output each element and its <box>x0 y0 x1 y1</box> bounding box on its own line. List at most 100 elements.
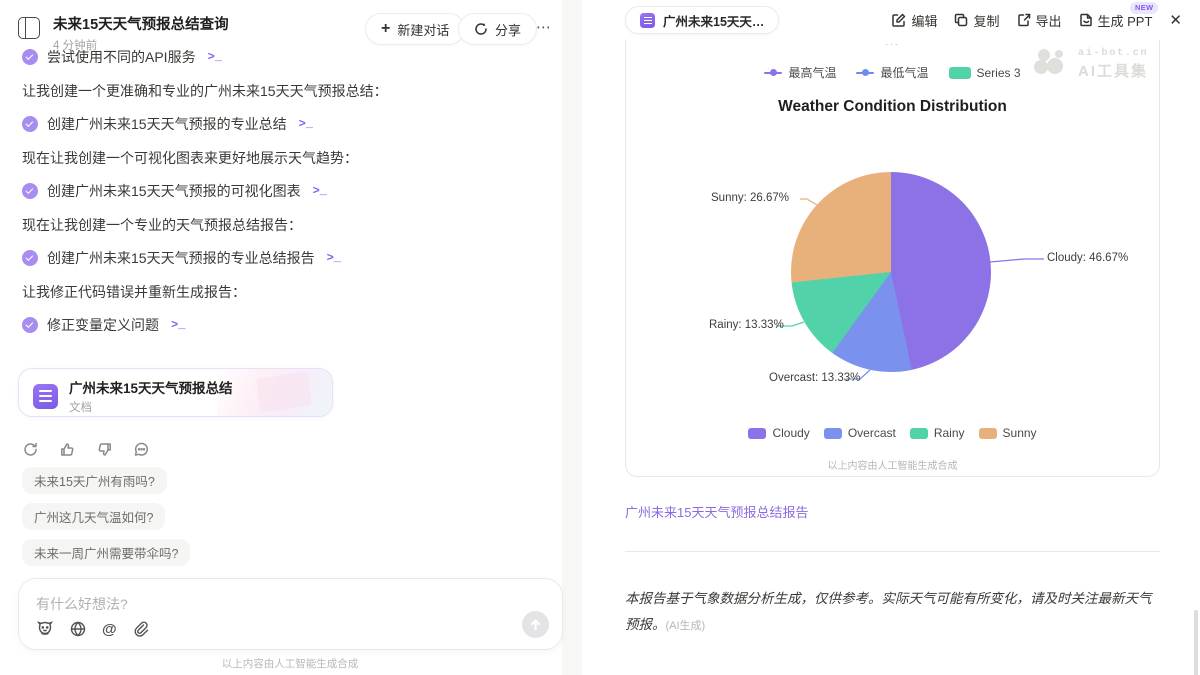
terminal-icon[interactable]: >_ <box>208 50 222 64</box>
document-title: 广州未来15天天气预报总结 <box>69 377 233 397</box>
share-label: 分享 <box>495 20 521 39</box>
suggestion-chip[interactable]: 广州这几天气温如何? <box>22 503 165 530</box>
watermark-domain: ai-bot.cn <box>1078 47 1148 59</box>
watermark: ai-bot.cn AI工具集 <box>1032 46 1148 81</box>
check-icon <box>22 250 38 266</box>
document-icon <box>33 384 58 409</box>
agent-skill-icon[interactable] <box>36 620 54 638</box>
send-button[interactable] <box>522 611 549 638</box>
report-link[interactable]: 广州未来15天天气预报总结报告 <box>625 502 808 521</box>
assistant-text: 让我修正代码错误并重新生成报告： <box>22 282 530 302</box>
pie-legend: Cloudy Overcast Rainy Sunny <box>626 426 1159 440</box>
check-icon <box>22 183 38 199</box>
check-icon <box>22 317 38 333</box>
pie-chart <box>791 172 991 372</box>
legend-item-series3[interactable]: Series 3 <box>949 66 1021 80</box>
terminal-icon[interactable]: >_ <box>313 184 327 198</box>
chat-scrollbar-track[interactable] <box>562 0 582 675</box>
pie-label-cloudy: Cloudy: 46.67% <box>1047 252 1128 264</box>
legend-item-sunny[interactable]: Sunny <box>979 426 1037 440</box>
export-icon <box>1017 13 1031 27</box>
legend-swatch <box>910 428 928 439</box>
document-tab[interactable]: 广州未来15天天… <box>625 6 779 34</box>
task-label: 创建广州未来15天天气预报的可视化图表 <box>47 181 301 201</box>
new-chat-button[interactable]: + 新建对话 <box>365 13 465 45</box>
plus-icon: + <box>381 21 390 37</box>
pie-label-sunny: Sunny: 26.67% <box>711 192 789 204</box>
task-row[interactable]: 创建广州未来15天天气预报的专业总结 >_ <box>22 114 530 134</box>
web-search-icon[interactable] <box>69 620 87 638</box>
document-tab-title: 广州未来15天天… <box>663 11 764 30</box>
assistant-text: 现在让我创建一个专业的天气预报总结报告： <box>22 215 530 235</box>
task-label: 创建广州未来15天天气预报的专业总结报告 <box>47 248 315 268</box>
rect-marker <box>949 67 971 79</box>
document-scrollbar-thumb[interactable] <box>1194 610 1198 675</box>
legend-item-min-temp[interactable]: 最低气温 <box>856 64 928 81</box>
document-attachment-card[interactable]: 广州未来15天天气预报总结 文档 <box>18 368 333 417</box>
app-window: 未来15天天气预报总结查询 4 分钟前 + 新建对话 分享 ⋯ 尝试使用不同的A… <box>0 0 1200 675</box>
ai-tag: (AI生成) <box>666 620 706 632</box>
terminal-icon[interactable]: >_ <box>299 117 313 131</box>
pie-chart-title: Weather Condition Distribution <box>626 98 1159 116</box>
message-input[interactable]: 有什么好想法? @ <box>18 578 563 650</box>
edit-icon <box>892 13 906 27</box>
ai-generated-notice: 以上内容由人工智能生成合成 <box>626 457 1159 472</box>
sidebar-toggle-icon[interactable] <box>18 17 40 39</box>
legend-item-max-temp[interactable]: 最高气温 <box>764 64 836 81</box>
message-actions <box>22 441 150 458</box>
suggestion-chip[interactable]: 未来15天广州有雨吗? <box>22 467 167 494</box>
chat-title: 未来15天天气预报总结查询 <box>53 13 229 34</box>
export-button[interactable]: 导出 <box>1017 11 1062 30</box>
legend-item-overcast[interactable]: Overcast <box>824 426 896 440</box>
legend-swatch <box>748 428 766 439</box>
thumbs-up-icon[interactable] <box>59 441 76 458</box>
document-type-label: 文档 <box>69 399 233 415</box>
task-row[interactable]: 创建广州未来15天天气预报的专业总结报告 >_ <box>22 248 530 268</box>
generate-ppt-button[interactable]: NEW 生成 PPT <box>1079 11 1153 30</box>
task-row[interactable]: 尝试使用不同的API服务 >_ <box>22 47 530 67</box>
suggestion-chip[interactable]: 未来一周广州需要带伞吗? <box>22 539 190 566</box>
new-chat-label: 新建对话 <box>397 20 449 39</box>
check-icon <box>22 116 38 132</box>
legend-item-cloudy[interactable]: Cloudy <box>748 426 809 440</box>
feedback-icon[interactable] <box>133 441 150 458</box>
chat-messages: 尝试使用不同的API服务 >_ 让我创建一个更准确和专业的广州未来15天天气预报… <box>22 47 530 349</box>
new-badge: NEW <box>1130 2 1158 14</box>
legend-item-rainy[interactable]: Rainy <box>910 426 965 440</box>
share-button[interactable]: 分享 <box>458 13 537 45</box>
more-options-button[interactable]: ⋯ <box>536 18 552 36</box>
document-thumbnail <box>217 369 332 416</box>
assistant-text: 让我创建一个更准确和专业的广州未来15天天气预报总结： <box>22 81 530 101</box>
close-panel-button[interactable]: ✕ <box>1169 11 1182 29</box>
document-header: 广州未来15天天… 编辑 复制 导出 NEW 生成 PPT <box>600 0 1200 40</box>
document-icon <box>640 13 655 28</box>
watermark-logo-icon <box>1032 46 1070 81</box>
line-dot-marker <box>764 69 782 77</box>
pie-label-overcast: Overcast: 13.33% <box>769 372 860 384</box>
copy-button[interactable]: 复制 <box>954 11 999 30</box>
task-label: 尝试使用不同的API服务 <box>47 47 196 67</box>
line-dot-marker <box>856 69 874 77</box>
share-icon <box>474 22 488 36</box>
task-label: 创建广州未来15天天气预报的专业总结 <box>47 114 287 134</box>
thumbs-down-icon[interactable] <box>96 441 113 458</box>
task-label: 修正变量定义问题 <box>47 315 159 335</box>
terminal-icon[interactable]: >_ <box>171 318 185 332</box>
check-icon <box>22 49 38 65</box>
terminal-icon[interactable]: >_ <box>327 251 341 265</box>
task-row[interactable]: 修正变量定义问题 >_ <box>22 315 530 335</box>
copy-icon <box>954 13 968 27</box>
input-placeholder: 有什么好想法? <box>36 594 128 614</box>
edit-button[interactable]: 编辑 <box>892 11 937 30</box>
ai-generated-notice: 以上内容由人工智能生成合成 <box>0 656 580 671</box>
attachment-icon[interactable] <box>132 620 150 638</box>
task-row[interactable]: 创建广州未来15天天气预报的可视化图表 >_ <box>22 181 530 201</box>
regenerate-icon[interactable] <box>22 441 39 458</box>
mention-icon[interactable]: @ <box>102 621 117 638</box>
ppt-icon <box>1079 13 1093 27</box>
suggested-questions: 未来15天广州有雨吗? 广州这几天气温如何? 未来一周广州需要带伞吗? <box>22 467 190 566</box>
legend-swatch <box>979 428 997 439</box>
document-panel: 广州未来15天天… 编辑 复制 导出 NEW 生成 PPT <box>600 0 1200 675</box>
watermark-brand: AI工具集 <box>1078 60 1148 81</box>
document-content: ··· 最高气温 最低气温 <box>600 40 1200 675</box>
